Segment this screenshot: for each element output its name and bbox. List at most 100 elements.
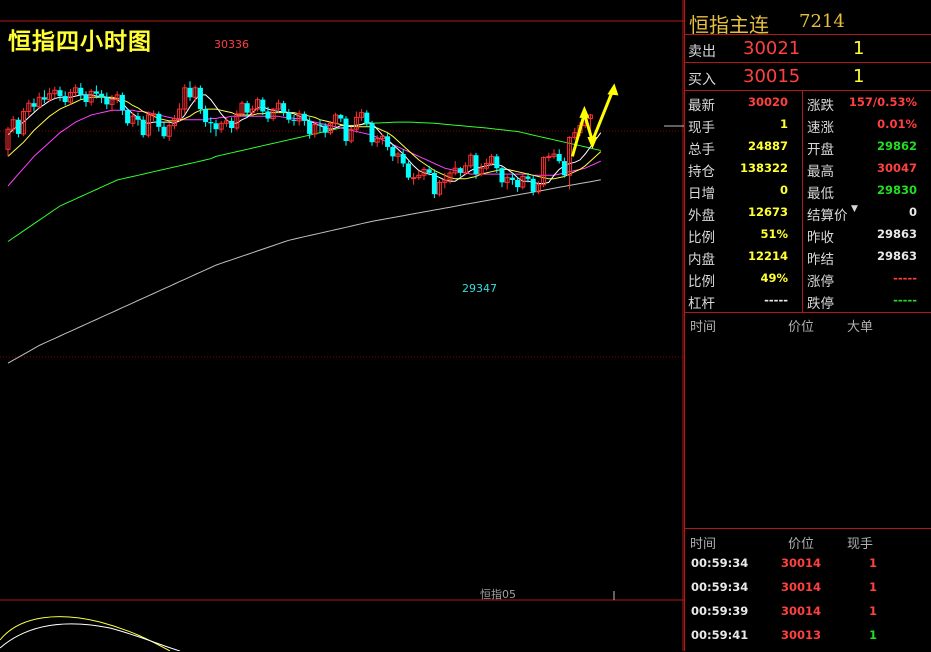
candle-body [140, 119, 146, 136]
quote-row: 总手 24887 开盘 29862 [685, 136, 931, 158]
tick-price: 30013 [781, 628, 822, 642]
candle-body [265, 111, 271, 119]
bid-row[interactable]: 买入 30015 1 [685, 64, 931, 90]
quote-row: 日增 0 最低 29830 [685, 180, 931, 202]
chart-title: 恒指四小时图 [8, 29, 152, 55]
candle-body [530, 178, 536, 192]
candle-body [203, 109, 209, 123]
divider [685, 62, 931, 63]
divider [685, 34, 931, 35]
candle-body [431, 172, 437, 195]
candle-body [369, 123, 375, 143]
quote-value: 0.01% [877, 117, 917, 131]
quote-value: 138322 [739, 161, 788, 175]
candle-body [78, 87, 84, 95]
arrow-head-icon [607, 83, 619, 96]
candle-body [99, 93, 105, 98]
candle-body [62, 96, 68, 102]
quote-row: 杠杆 ----- 跌停 ----- [685, 290, 931, 312]
tick-volume: 1 [869, 604, 878, 618]
bid-price: 30015 [743, 66, 801, 87]
candle-body [161, 126, 167, 137]
candle-body [281, 103, 287, 113]
quote-label: 持仓 [688, 164, 715, 180]
indicator-line [0, 616, 171, 651]
quote-label: 日增 [688, 186, 715, 202]
big-order-time-header: 时间 [690, 320, 717, 335]
tick-volume: 1 [869, 628, 878, 642]
quote-row: 比例 49% 涨停 ----- [685, 268, 931, 290]
candle-body [561, 161, 567, 176]
quote-value: 24887 [747, 139, 788, 153]
quote-label: 涨停 [807, 274, 834, 290]
tick-time-header: 时间 [690, 537, 717, 552]
candle-body [197, 87, 203, 110]
bid-label: 买入 [688, 72, 716, 88]
quote-value: 51% [760, 227, 788, 241]
ma10-line [7, 96, 602, 180]
quote-label: 涨跌 [807, 98, 834, 114]
quote-value: 29830 [876, 183, 917, 197]
kline-chart-area[interactable]: 恒指四小时图 30336 29347 恒指05 [0, 0, 684, 651]
candle-body [515, 180, 521, 188]
big-order-header: 大单 [847, 320, 874, 335]
quote-label: 内盘 [688, 252, 715, 268]
tick-price: 30014 [781, 556, 822, 570]
tick-row: 00:59:34 30014 1 [685, 556, 931, 580]
tick-time: 00:59:34 [691, 556, 749, 570]
ask-label: 卖出 [688, 44, 716, 60]
instrument-header[interactable]: 恒指主连 7214 [685, 5, 931, 37]
quote-label: 杠杆 [688, 296, 715, 312]
indicator-line [0, 623, 181, 651]
candle-body [135, 116, 141, 120]
quote-value: ----- [893, 271, 917, 285]
quote-value: ----- [893, 293, 917, 307]
candle-body [494, 156, 500, 169]
candle-body [322, 125, 328, 133]
candle-body [307, 120, 313, 134]
kline-chart[interactable] [0, 0, 684, 651]
candle-body [31, 103, 37, 107]
quote-value: 1 [779, 117, 788, 131]
quote-value: 157/0.53% [848, 95, 917, 109]
divider [685, 90, 931, 91]
quote-row: 外盘 12673 结算价 ▼ 0 [685, 202, 931, 224]
quote-value: 12214 [747, 249, 788, 263]
high-price-label: 30336 [214, 38, 249, 51]
candle-body [426, 169, 432, 173]
ask-volume: 1 [853, 38, 865, 59]
quote-label: 比例 [688, 274, 715, 290]
quote-label: 最高 [807, 164, 834, 180]
ma60-line [7, 121, 601, 242]
candle-body [213, 123, 219, 130]
candle-body [390, 146, 396, 157]
ask-row[interactable]: 卖出 30021 1 [685, 36, 931, 62]
candle-body [411, 177, 417, 180]
low-price-label: 29347 [462, 282, 497, 295]
quote-label: 外盘 [688, 208, 715, 224]
candle-body [525, 176, 531, 179]
candle-body [208, 122, 214, 124]
candle-body [343, 118, 349, 141]
candle-body [93, 91, 99, 94]
quote-value: ----- [764, 293, 788, 307]
candle-body [405, 163, 411, 178]
arrow-head-icon [579, 105, 590, 118]
candle-body [301, 113, 307, 121]
candle-body [15, 119, 21, 134]
big-order-price-header: 价位 [788, 320, 815, 335]
quote-label: 现手 [688, 120, 715, 136]
candle-body [317, 124, 323, 126]
tick-price: 30014 [781, 604, 822, 618]
quote-label: 最低 [807, 186, 834, 202]
quote-label: 昨收 [807, 230, 834, 246]
instrument-code: 7214 [799, 11, 845, 32]
candle-body [187, 87, 193, 98]
candle-body [509, 177, 515, 180]
quote-value: 29862 [876, 139, 917, 153]
candle-body [473, 155, 479, 175]
tick-time: 00:59:41 [691, 628, 749, 642]
candle-body [260, 99, 266, 112]
quote-row: 比例 51% 昨收 29863 [685, 224, 931, 246]
quote-value: 0 [908, 205, 917, 219]
